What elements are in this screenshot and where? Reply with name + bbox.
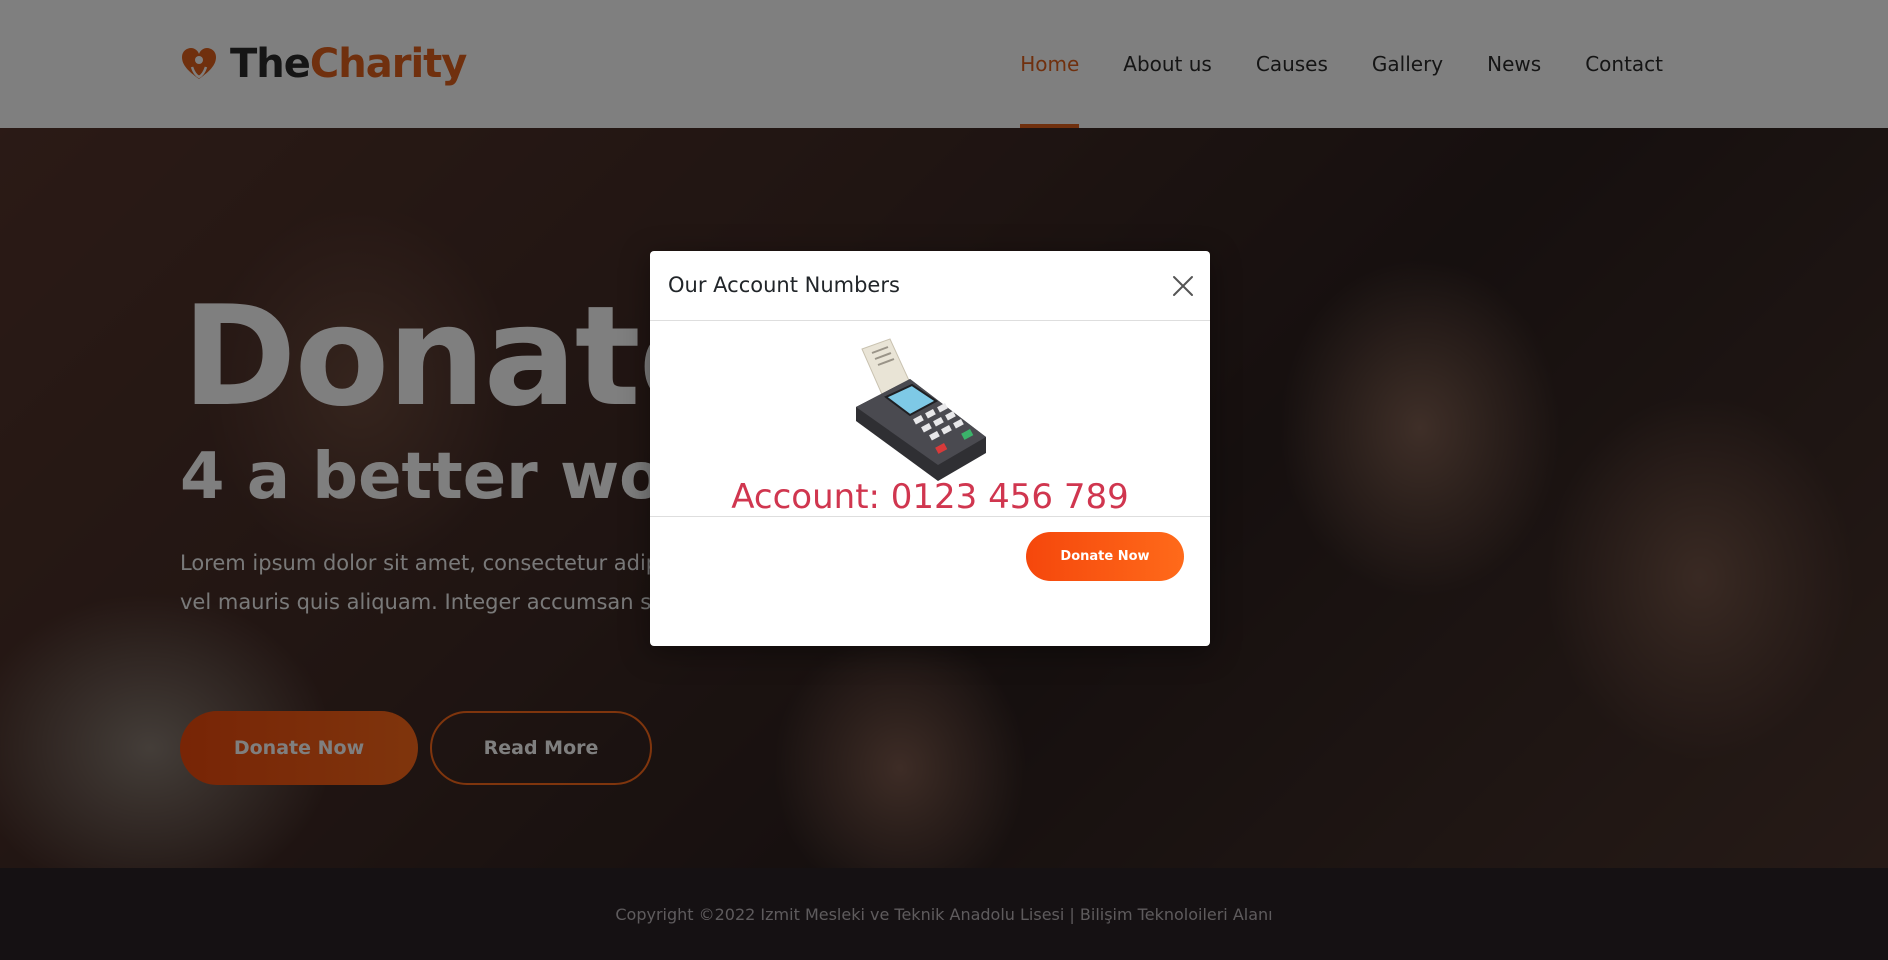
modal-body: Account: 0123 456 789 (650, 321, 1210, 517)
account-number-text: Account: 0123 456 789 (731, 477, 1129, 517)
close-icon[interactable] (1170, 273, 1196, 299)
account-numbers-modal: Our Account Numbers Account: 0123 456 78… (650, 251, 1210, 646)
modal-header: Our Account Numbers (650, 251, 1210, 321)
modal-title: Our Account Numbers (668, 273, 900, 297)
modal-donate-button[interactable]: Donate Now (1026, 532, 1184, 581)
modal-footer: Donate Now (650, 517, 1210, 646)
card-terminal-icon (856, 338, 986, 481)
